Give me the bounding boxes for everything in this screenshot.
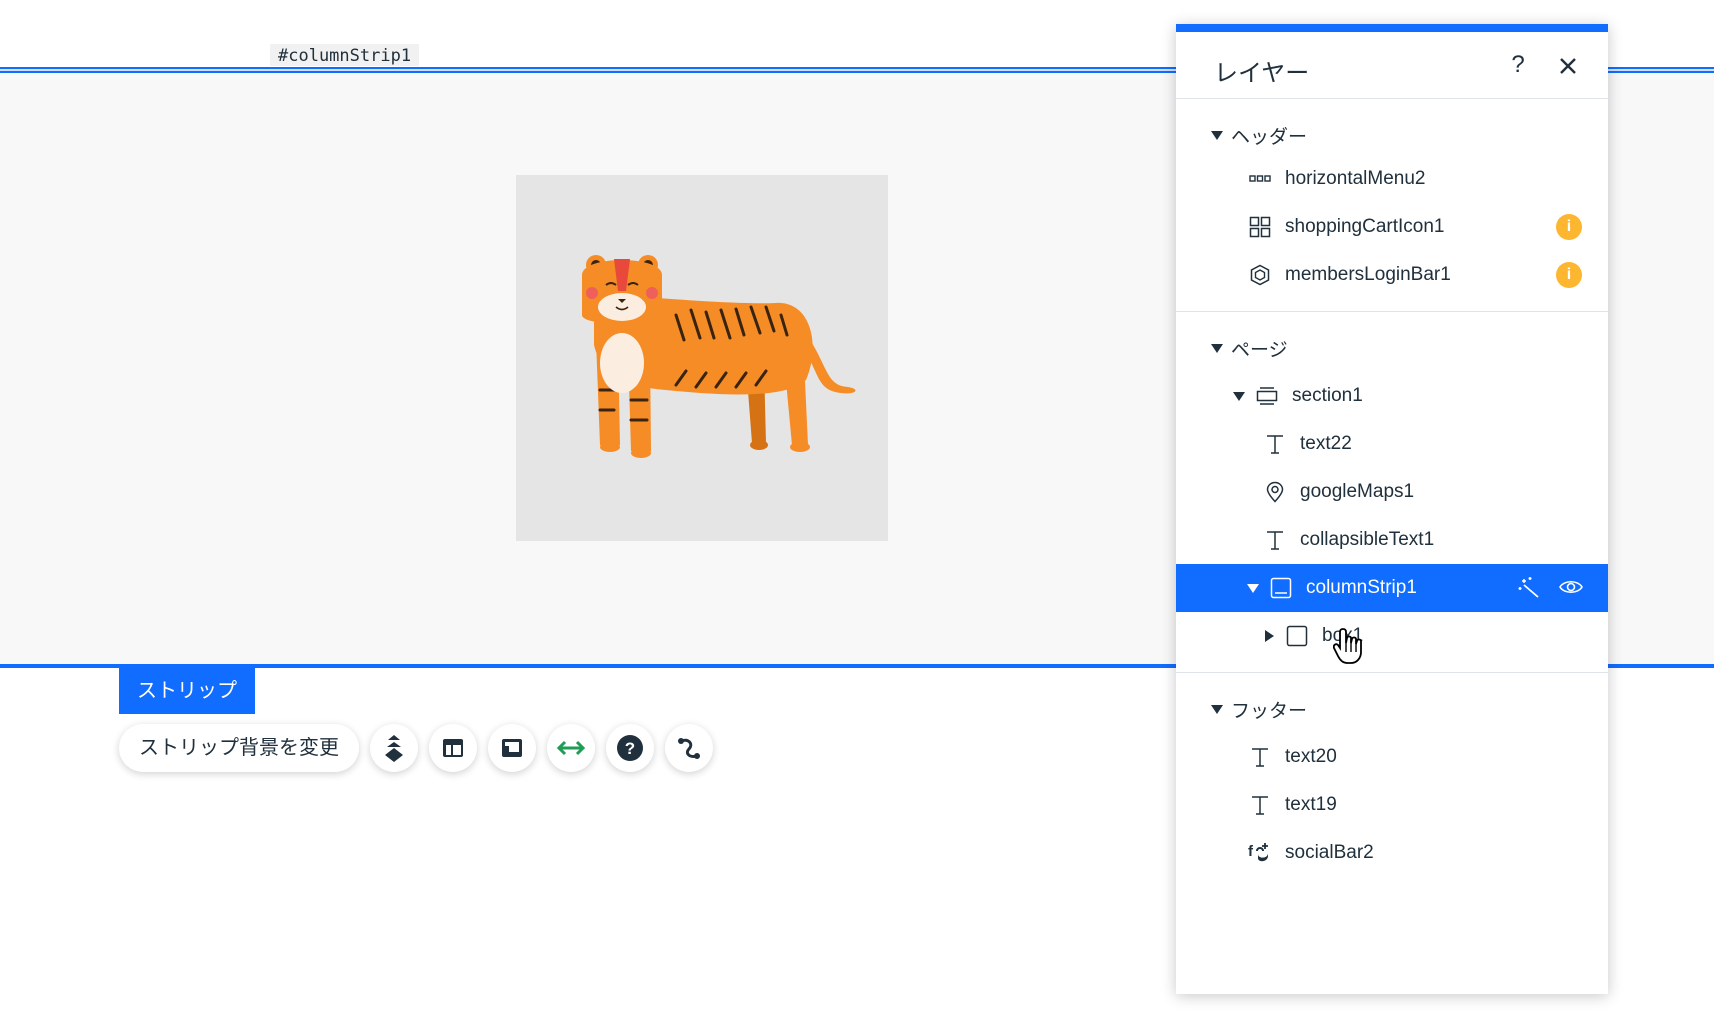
layer-item[interactable]: collapsibleText1	[1176, 516, 1608, 564]
stretch-icon	[556, 740, 586, 756]
map-pin-icon	[1262, 479, 1288, 505]
layer-item[interactable]: text22	[1176, 420, 1608, 468]
manage-columns-button[interactable]	[488, 724, 536, 772]
layer-item[interactable]: box1	[1176, 612, 1608, 660]
layer-label: columnStrip1	[1306, 577, 1417, 598]
layer-label: googleMaps1	[1300, 481, 1415, 502]
menu-icon	[1247, 166, 1273, 192]
layer-item[interactable]: horizontalMenu2	[1176, 155, 1608, 203]
collapse-icon[interactable]	[1244, 583, 1262, 593]
text-icon	[1262, 431, 1288, 457]
element-id-tag: #columnStrip1	[270, 44, 420, 66]
layout-button[interactable]	[429, 724, 477, 772]
panel-drag-bar[interactable]	[1176, 24, 1608, 32]
layers-panel: レイヤー ? ヘッダー horizontalMenu2 shoppingCart…	[1176, 24, 1608, 994]
layer-item[interactable]: googleMaps1	[1176, 468, 1608, 516]
help-button[interactable]: ?	[606, 724, 654, 772]
section-icon	[1254, 383, 1280, 409]
layer-item[interactable]: f socialBar2	[1176, 829, 1608, 877]
tiger-illustration	[582, 255, 856, 458]
section-title: ヘッダー	[1231, 126, 1308, 148]
help-icon: ?	[617, 735, 643, 761]
collapse-icon	[1211, 704, 1223, 714]
layer-label: collapsibleText1	[1300, 529, 1435, 550]
app-widget-icon	[1247, 214, 1273, 240]
layer-item[interactable]: shoppingCartIcon1 i	[1176, 203, 1608, 251]
change-strip-background-button[interactable]: ストリップ背景を変更	[119, 724, 359, 772]
help-button[interactable]: ?	[1504, 51, 1532, 79]
footer-section-toggle[interactable]: フッター	[1176, 689, 1608, 729]
header-section-toggle[interactable]: ヘッダー	[1176, 115, 1608, 155]
floating-toolbar: ストリップ背景を変更 ?	[119, 724, 713, 772]
page-section-toggle[interactable]: ページ	[1176, 328, 1608, 368]
cube-icon	[1247, 262, 1273, 288]
layer-label: shoppingCartIcon1	[1285, 216, 1445, 237]
column-icon	[502, 739, 522, 757]
footer-section: フッター text20 text19 f socialBar2	[1176, 673, 1608, 889]
layer-label: socialBar2	[1285, 842, 1374, 863]
layer-label: text19	[1285, 794, 1337, 815]
social-bar-icon: f	[1247, 840, 1273, 866]
layer-label: membersLoginBar1	[1285, 264, 1451, 285]
text-icon	[1247, 792, 1273, 818]
layer-label: text20	[1285, 746, 1337, 767]
strip-icon	[1268, 575, 1294, 601]
svg-text:?: ?	[625, 739, 635, 758]
collapse-icon[interactable]	[1230, 391, 1248, 401]
animation-icon	[678, 738, 700, 759]
panel-header: レイヤー ?	[1176, 32, 1608, 99]
tiger-image[interactable]	[516, 175, 888, 541]
layer-label: horizontalMenu2	[1285, 168, 1426, 189]
layout-icon	[443, 739, 463, 757]
collapse-icon	[1211, 343, 1223, 353]
layer-item[interactable]: text20	[1176, 733, 1608, 781]
panel-title: レイヤー	[1214, 60, 1310, 87]
layer-item[interactable]: membersLoginBar1 i	[1176, 251, 1608, 299]
section-title: ページ	[1231, 339, 1288, 361]
layer-item-section[interactable]: section1	[1176, 372, 1608, 420]
magic-wand-icon[interactable]	[1518, 575, 1544, 599]
svg-text:f: f	[1248, 843, 1254, 860]
animation-button[interactable]	[665, 724, 713, 772]
strip-label[interactable]: ストリップ	[119, 668, 255, 714]
expand-icon[interactable]	[1260, 630, 1278, 642]
layer-item[interactable]: text19	[1176, 781, 1608, 829]
layer-item-selected[interactable]: columnStrip1	[1176, 564, 1608, 612]
box-icon	[1284, 623, 1310, 649]
layer-label: text22	[1300, 433, 1352, 454]
text-icon	[1262, 527, 1288, 553]
section-title: フッター	[1231, 700, 1308, 722]
close-icon[interactable]	[1554, 52, 1582, 80]
eye-icon[interactable]	[1558, 575, 1584, 599]
info-icon[interactable]: i	[1556, 262, 1582, 288]
layer-label: section1	[1292, 385, 1363, 406]
arrange-button[interactable]	[370, 724, 418, 772]
page-section: ページ section1 text22 googleMaps1 collapsi…	[1176, 312, 1608, 673]
layers-arrange-icon	[385, 735, 403, 762]
collapse-icon	[1211, 130, 1223, 140]
info-icon[interactable]: i	[1556, 214, 1582, 240]
header-section: ヘッダー horizontalMenu2 shoppingCartIcon1 i…	[1176, 99, 1608, 312]
stretch-button[interactable]	[547, 724, 595, 772]
row-actions	[1518, 575, 1584, 599]
text-icon	[1247, 744, 1273, 770]
hand-cursor-icon	[1333, 628, 1362, 664]
